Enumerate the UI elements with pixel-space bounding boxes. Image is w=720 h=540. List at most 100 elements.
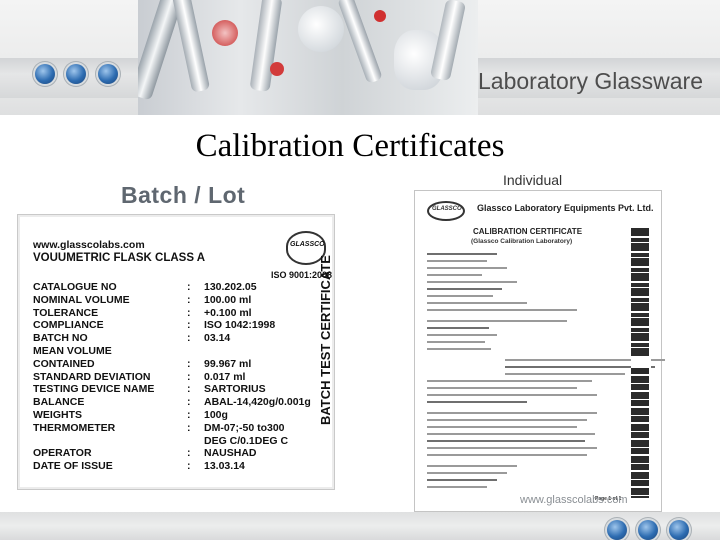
- row-separator: :: [187, 293, 191, 306]
- row-separator: :: [187, 409, 191, 421]
- row-separator: :: [187, 370, 191, 383]
- fine-print-line: [427, 253, 497, 255]
- row-value: ISO 1042:1998: [204, 319, 276, 332]
- certificate-url: www.glasscolabs.com: [33, 239, 145, 251]
- fine-print-line: [427, 327, 489, 329]
- logo-text: GLASSCO: [432, 206, 462, 212]
- row-label: CATALOGUE NO: [33, 281, 117, 293]
- row-value: +0.100 ml: [204, 306, 252, 319]
- row-label: CONTAINED: [33, 357, 95, 370]
- fine-print-line: [427, 309, 577, 311]
- row-separator: :: [187, 306, 191, 319]
- fine-print-line: [427, 440, 585, 442]
- certificate-footer-url: www.glasscolabs.com: [520, 494, 628, 506]
- certificate-row: TESTING DEVICE NAME: SARTORIUS: [33, 383, 323, 396]
- row-value: ABAL-14,420g/0.001g: [204, 396, 311, 409]
- fine-print-line: [505, 373, 625, 375]
- certificate-row: THERMOMETER: DM-07;-50 to300: [33, 422, 323, 435]
- certificate-row: STANDARD DEVIATION:0.017 ml: [33, 371, 323, 384]
- fine-print-line: [427, 334, 497, 336]
- fine-print-line: [427, 267, 507, 269]
- fine-print-line: [427, 479, 497, 481]
- certificate-row: NOMINAL VOLUME:100.00 ml: [33, 294, 323, 307]
- certificate-subheading: (Glassco Calibration Laboratory): [471, 238, 573, 245]
- certificate-row: BALANCE: ABAL-14,420g/0.001g: [33, 396, 323, 409]
- row-value: 13.03.14: [204, 460, 245, 473]
- row-label: TESTING DEVICE NAME: [33, 383, 155, 396]
- row-value: 100g: [204, 409, 228, 421]
- certificate-row: OPERATOR: NAUSHAD: [33, 447, 323, 460]
- row-separator: :: [187, 421, 191, 434]
- row-label: THERMOMETER: [33, 421, 116, 434]
- fine-print-line: [427, 348, 491, 350]
- row-separator: :: [187, 319, 191, 332]
- row-label: COMPLIANCE: [33, 319, 104, 332]
- nav-dot-icon[interactable]: [669, 520, 689, 540]
- fine-print-line: [427, 387, 577, 389]
- fine-print-line: [427, 302, 527, 304]
- certificate-row: DEG C/0.1DEG C: [33, 435, 323, 448]
- row-separator: :: [187, 357, 191, 370]
- nav-dot-icon[interactable]: [35, 64, 55, 84]
- row-value: NAUSHAD: [204, 447, 257, 460]
- row-label: BATCH NO: [33, 332, 88, 345]
- calibration-certificate-stamp: [631, 228, 651, 498]
- certificate-heading: VOUUMETRIC FLASK CLASS A: [33, 252, 206, 264]
- page-title: Calibration Certificates: [195, 128, 505, 164]
- row-value: DM-07;-50 to300: [204, 421, 285, 434]
- nav-dot-icon[interactable]: [607, 520, 627, 540]
- fine-print-line: [427, 465, 517, 467]
- individual-certificate-image: GLASSCO Glassco Laboratory Equipments Pv…: [414, 190, 665, 512]
- nav-dot-icon[interactable]: [638, 520, 658, 540]
- row-separator: :: [187, 281, 191, 293]
- certificate-row: BATCH NO:03.14: [33, 332, 323, 345]
- row-label: WEIGHTS: [33, 409, 82, 421]
- fine-print-line: [427, 486, 487, 488]
- certificate-row: COMPLIANCE: ISO 1042:1998: [33, 319, 323, 332]
- row-label: NOMINAL VOLUME: [33, 293, 130, 306]
- row-label: DATE OF ISSUE: [33, 460, 113, 473]
- fine-print-line: [427, 401, 527, 403]
- fine-print-line: [427, 274, 482, 276]
- row-separator: :: [187, 332, 191, 345]
- row-label: BALANCE: [33, 396, 85, 409]
- fine-print-line: [427, 260, 487, 262]
- row-value: DEG C/0.1DEG C: [204, 434, 289, 447]
- fine-print-line: [427, 426, 577, 428]
- company-name: Glassco Laboratory Equipments Pvt. Ltd.: [477, 203, 654, 213]
- row-value: 03.14: [204, 332, 231, 345]
- row-value: 0.017 ml: [204, 370, 246, 383]
- row-separator: :: [187, 460, 191, 473]
- fine-print-line: [427, 472, 507, 474]
- certificate-row: CATALOGUE NO: 130.202.05: [33, 281, 323, 294]
- glassware-photo: [138, 0, 478, 115]
- fine-print-line: [427, 341, 485, 343]
- certificate-row: CONTAINED:99.967 ml: [33, 358, 323, 371]
- fine-print-line: [427, 295, 493, 297]
- row-separator: :: [187, 447, 191, 460]
- row-value: 100.00 ml: [204, 293, 252, 306]
- row-value: SARTORIUS: [204, 383, 266, 396]
- header-title: Laboratory Glassware: [478, 68, 703, 94]
- row-label: TOLERANCE: [33, 306, 99, 319]
- certificate-row: WEIGHTS: 100g: [33, 409, 323, 422]
- row-value: 99.967 ml: [204, 357, 252, 370]
- certificate-row: DATE OF ISSUE:13.03.14: [33, 460, 323, 473]
- batch-lot-label: Batch / Lot: [121, 182, 246, 208]
- nav-dot-icon[interactable]: [66, 64, 86, 84]
- batch-certificate-image: www.glasscolabs.com VOUUMETRIC FLASK CLA…: [17, 214, 335, 490]
- individual-label: Individual: [503, 172, 563, 188]
- fine-print-line: [427, 394, 597, 396]
- nav-dot-icon[interactable]: [98, 64, 118, 84]
- row-label: OPERATOR: [33, 447, 92, 460]
- glassco-logo-icon: GLASSCO: [427, 201, 465, 221]
- fine-print-line: [427, 320, 567, 322]
- fine-print-line: [427, 433, 595, 435]
- row-value: 130.202.05: [204, 281, 257, 293]
- certificate-row: MEAN VOLUME: [33, 345, 323, 358]
- fine-print-line: [427, 447, 597, 449]
- row-separator: :: [187, 396, 191, 409]
- row-label: STANDARD DEVIATION: [33, 370, 151, 383]
- fine-print-line: [427, 419, 587, 421]
- fine-print-line: [427, 288, 502, 290]
